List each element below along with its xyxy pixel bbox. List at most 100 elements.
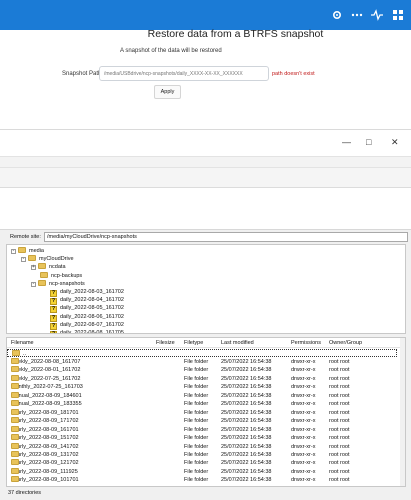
column-filetype[interactable]: Filetype [184,340,203,346]
minimize-button[interactable]: — [342,137,351,147]
file-name: manual_2022-08-09_184601 [11,391,82,400]
file-row[interactable]: hourly_2022-08-09_131702 File folder 25/07… [7,450,405,459]
file-name: weekly_2022-08-08_161707 [11,358,80,366]
tree-item-label: myCloudDrive [39,256,74,263]
file-row[interactable]: hourly_2022-08-09_141702 File folder 25/07… [7,442,405,451]
file-owner: root root [329,468,350,475]
folder-icon [28,255,36,262]
tree-item[interactable]: ? daily_2022-08-03_161702 [41,288,124,297]
file-owner: root root [329,375,350,382]
tree-item[interactable]: ? daily_2022-08-04_161702 [41,296,124,306]
file-row[interactable]: hourly_2022-08-09_171702 File folder 25/07… [7,417,405,425]
status-bar: 37 directories [6,488,406,498]
file-row[interactable]: weekly_2022-08-08_161707 File folder 25/07… [7,358,405,366]
close-button[interactable]: ✕ [391,137,399,148]
gear-icon[interactable] [330,8,344,22]
file-row[interactable]: weekly_2022-07-25_161702 File folder 25/07… [7,374,405,383]
file-modified: 25/07/2022 16:54:38 [221,418,272,425]
file-row[interactable]: manual_2022-08-09_183355 File folder 25/07… [7,400,405,408]
tree-item[interactable]: + ncdata [31,263,66,271]
file-modified: 25/07/2022 16:54:38 [221,392,272,399]
collapse-icon[interactable]: - [11,249,16,254]
file-modified: 25/07/2022 16:54:38 [221,435,272,442]
tree-item-label: daily_2022-08-04_161702 [60,297,124,304]
grid-icon[interactable] [391,8,405,22]
expand-icon[interactable]: + [31,265,36,271]
file-row[interactable]: hourly_2022-08-09_101701 File folder 25/07… [7,476,405,484]
tree-item[interactable]: - media [11,247,44,255]
column-owner-group[interactable]: Owner/Group [329,340,362,346]
tree-item[interactable]: - myCloudDrive [21,255,74,263]
folder-icon [11,383,19,390]
parent-directory-row[interactable]: .. [7,349,397,357]
file-modified: 25/07/2022 16:54:38 [221,468,272,475]
file-name: hourly_2022-08-09_181701 [11,408,79,417]
file-owner: root root [329,460,350,467]
activity-icon[interactable] [370,8,384,22]
file-name: hourly_2022-08-09_131702 [11,450,79,459]
file-row[interactable]: hourly_2022-08-09_151702 File folder 25/07… [7,434,405,442]
dots-icon[interactable] [350,8,364,22]
file-name-text: weekly_2022-08-08_161707 [11,359,81,365]
column-permissions[interactable]: Permissions [291,340,321,346]
file-list-header: Filename Filesize Filetype Last modified… [7,338,405,348]
file-name-text: weekly_2022-07-25_161702 [11,375,81,382]
collapse-icon[interactable]: - [21,257,26,263]
apply-button[interactable]: Apply [154,85,181,99]
file-name: hourly_2022-08-09_161701 [11,425,79,434]
file-row[interactable]: hourly_2022-08-09_181701 File folder 25/07… [7,408,405,417]
file-permissions: drwxr-xr-x [291,435,316,442]
message-log [0,188,411,230]
tree-item[interactable]: ncp-backups [31,271,82,280]
file-type: File folder [184,359,209,365]
column-last-modified[interactable]: Last modified [221,340,254,346]
file-name: weekly_2022-07-25_161702 [11,374,81,383]
file-modified: 25/07/2022 16:54:38 [221,477,272,484]
file-type: File folder [184,375,209,382]
remote-path-input[interactable]: /media/myCloudDrive/ncp-snapshots [44,232,408,242]
file-permissions: drwxr-xr-x [291,443,316,450]
folder-icon [11,425,19,432]
file-type: File folder [184,384,209,391]
file-type: File folder [184,451,209,458]
file-row[interactable]: hourly_2022-08-09_111925 File folder 25/07… [7,467,405,476]
file-type: File folder [184,460,209,467]
tree-item[interactable]: ? daily_2022-08-05_161702 [41,304,124,314]
file-name-text: hourly_2022-08-09_141702 [11,443,79,450]
file-name: monthly_2022-07-25_161703 [11,383,83,391]
snapshot-path-input[interactable] [99,66,269,81]
file-permissions: drwxr-xr-x [291,451,316,458]
file-permissions: drwxr-xr-x [291,418,316,425]
file-name-text: manual_2022-08-09_183355 [11,401,82,408]
tree-item[interactable]: - ncp-snapshots [31,279,85,288]
file-name-text: hourly_2022-08-09_151702 [11,435,79,442]
file-modified: 25/07/2022 16:54:38 [221,375,272,382]
tree-item-label: media [29,248,44,254]
collapse-icon[interactable]: - [31,281,36,287]
file-owner: root root [329,451,350,458]
folder-icon [40,271,48,278]
file-modified: 25/07/2022 16:54:38 [221,460,272,467]
tree-item[interactable]: ? daily_2022-08-08_161705 [41,329,124,334]
file-name: hourly_2022-08-09_101701 [11,476,79,484]
tree-item-label: daily_2022-08-08_161705 [60,330,124,334]
file-owner: root root [329,367,350,374]
maximize-button[interactable]: □ [366,137,371,147]
column-filesize[interactable]: Filesize [156,340,175,346]
file-row[interactable]: hourly_2022-08-09_161701 File folder 25/07… [7,425,405,434]
file-row[interactable]: weekly_2022-08-01_161702 File folder 25/07… [7,366,405,374]
tree-item[interactable]: ? daily_2022-08-07_161702 [41,321,124,330]
file-permissions: drwxr-xr-x [291,468,316,475]
window-titlebar: — □ ✕ [0,130,411,156]
file-row[interactable]: monthly_2022-07-25_161703 File folder 25/0… [7,383,405,391]
file-owner: root root [329,359,350,365]
file-row[interactable]: manual_2022-08-09_184601 File folder 25/07… [7,391,405,400]
file-modified: 25/07/2022 16:54:38 [221,409,272,416]
file-permissions: drwxr-xr-x [291,409,316,416]
column-filename[interactable]: Filename [11,340,34,346]
file-row[interactable]: hourly_2022-08-09_121702 File folder 25/07… [7,459,405,467]
file-modified: 25/07/2022 16:54:38 [221,359,272,365]
folder-icon [11,400,19,407]
tree-item[interactable]: ? daily_2022-08-06_161702 [41,313,124,322]
file-owner: root root [329,392,350,399]
